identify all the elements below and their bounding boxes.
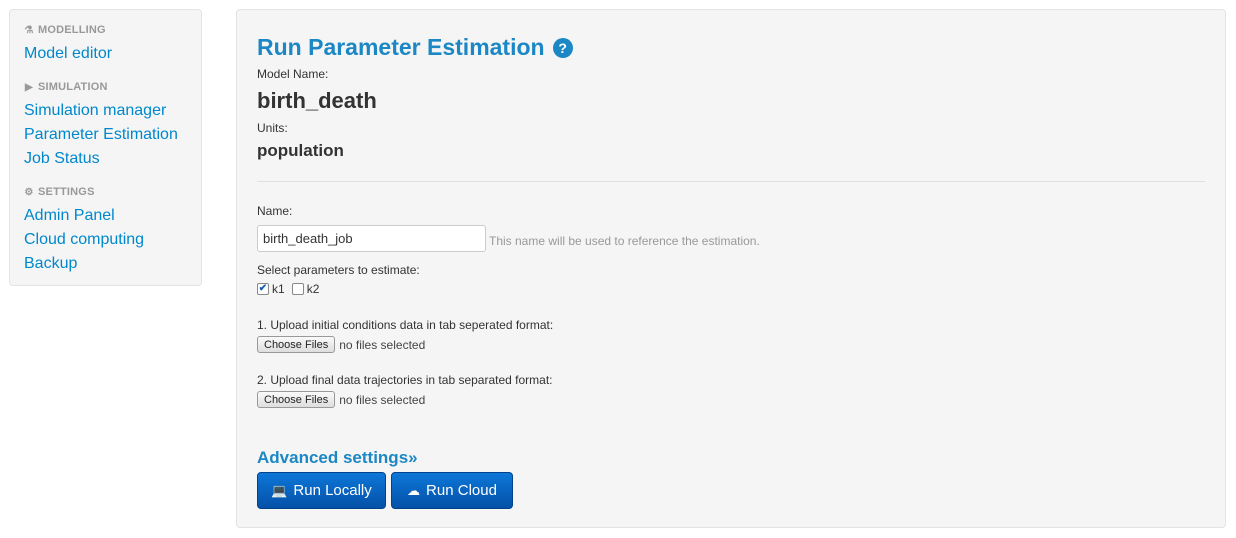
sidebar-item-simulation-manager[interactable]: Simulation manager bbox=[24, 102, 166, 120]
upload-final-label: 2. Upload final data trajectories in tab… bbox=[257, 373, 553, 387]
checkbox-k2-label: k2 bbox=[306, 282, 320, 296]
choose-files-final-button[interactable]: Choose Files bbox=[257, 391, 336, 408]
sidebar-nav: ⚗ MODELLING Model editor ▶ SIMULATION Si… bbox=[9, 9, 202, 286]
play-icon: ▶ bbox=[25, 81, 33, 93]
choose-files-initial-button[interactable]: Choose Files bbox=[257, 336, 336, 353]
advanced-settings-link[interactable]: Advanced settings» bbox=[257, 448, 418, 468]
initial-file-status: no files selected bbox=[339, 337, 426, 352]
nav-header-modelling: ⚗ MODELLING bbox=[24, 24, 106, 36]
sidebar-item-model-editor[interactable]: Model editor bbox=[24, 45, 112, 63]
checkbox-k1-label: k1 bbox=[272, 282, 285, 296]
run-locally-button[interactable]: 💻 Run Locally bbox=[257, 472, 386, 509]
params-checkboxes: ✔ k1 k2 bbox=[257, 282, 319, 296]
checkbox-k2[interactable] bbox=[291, 283, 304, 295]
upload-initial-row: Choose Files no files selected bbox=[257, 336, 425, 353]
run-cloud-label: Run Cloud bbox=[426, 482, 497, 499]
main-panel: Run Parameter Estimation ? Model Name: b… bbox=[236, 9, 1226, 528]
page-title: Run Parameter Estimation ? bbox=[257, 34, 573, 61]
model-name-label: Model Name: bbox=[257, 67, 329, 81]
model-name-value: birth_death bbox=[257, 88, 377, 113]
sidebar-item-parameter-estimation[interactable]: Parameter Estimation bbox=[24, 126, 178, 144]
units-value: population bbox=[257, 141, 344, 160]
nav-header-settings: ⚙ SETTINGS bbox=[24, 186, 95, 198]
nav-header-label: MODELLING bbox=[38, 24, 106, 36]
divider bbox=[257, 181, 1205, 182]
flask-icon: ⚗ bbox=[24, 24, 34, 36]
gear-icon: ⚙ bbox=[24, 186, 34, 198]
upload-initial-label: 1. Upload initial conditions data in tab… bbox=[257, 318, 554, 332]
checkbox-k1[interactable]: ✔ bbox=[257, 283, 269, 295]
page-title-text: Run Parameter Estimation bbox=[257, 34, 545, 60]
sidebar-item-job-status[interactable]: Job Status bbox=[24, 150, 100, 168]
sidebar-item-cloud-computing[interactable]: Cloud computing bbox=[24, 231, 144, 249]
units-label: Units: bbox=[257, 121, 288, 135]
nav-header-label: SETTINGS bbox=[38, 186, 95, 198]
run-locally-label: Run Locally bbox=[293, 482, 372, 499]
laptop-icon: 💻 bbox=[271, 482, 288, 498]
name-label: Name: bbox=[257, 204, 293, 218]
upload-final-row: Choose Files no files selected bbox=[257, 391, 425, 408]
cloud-icon: ☁ bbox=[407, 482, 421, 498]
final-file-status: no files selected bbox=[339, 392, 426, 407]
help-icon[interactable]: ? bbox=[552, 37, 573, 58]
sidebar-item-admin-panel[interactable]: Admin Panel bbox=[24, 207, 115, 225]
name-input[interactable] bbox=[257, 225, 486, 252]
nav-header-simulation: ▶ SIMULATION bbox=[24, 81, 108, 93]
run-cloud-button[interactable]: ☁ Run Cloud bbox=[391, 472, 513, 509]
nav-header-label: SIMULATION bbox=[38, 81, 108, 93]
name-help-text: This name will be used to reference the … bbox=[489, 234, 760, 248]
params-label: Select parameters to estimate: bbox=[257, 263, 420, 277]
sidebar-item-backup[interactable]: Backup bbox=[24, 255, 77, 273]
